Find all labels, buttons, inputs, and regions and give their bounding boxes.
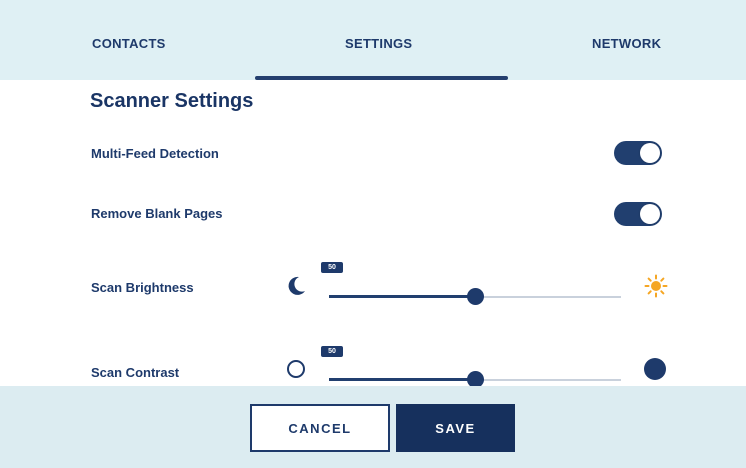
remove-blank-toggle[interactable] <box>614 202 662 226</box>
save-button[interactable]: SAVE <box>396 404 515 452</box>
tab-settings[interactable]: SETTINGS <box>345 36 412 51</box>
slider-fill <box>329 295 475 298</box>
tab-bar: CONTACTS SETTINGS NETWORK <box>0 0 746 80</box>
tab-contacts[interactable]: CONTACTS <box>92 36 166 51</box>
contrast-label: Scan Contrast <box>91 365 180 380</box>
tab-network[interactable]: NETWORK <box>592 36 661 51</box>
brightness-value-badge: 50 <box>321 262 343 273</box>
contrast-value-badge: 50 <box>321 346 343 357</box>
multi-feed-toggle[interactable] <box>614 141 662 165</box>
multi-feed-label: Multi-Feed Detection <box>91 146 219 161</box>
brightness-label: Scan Brightness <box>91 280 194 295</box>
remove-blank-label: Remove Blank Pages <box>91 206 223 221</box>
slider-thumb[interactable] <box>467 288 484 305</box>
toggle-knob <box>640 204 660 224</box>
sun-icon <box>644 274 668 298</box>
active-tab-indicator <box>255 76 508 80</box>
moon-icon <box>288 276 305 295</box>
filled-circle-icon <box>644 358 666 380</box>
section-title: Scanner Settings <box>90 90 254 112</box>
toggle-knob <box>640 143 660 163</box>
cancel-button[interactable]: CANCEL <box>250 404 390 452</box>
scanner-settings-screen: CONTACTS SETTINGS NETWORK Scanner Settin… <box>0 0 746 468</box>
brightness-slider[interactable] <box>329 285 621 311</box>
empty-circle-icon <box>287 360 305 378</box>
slider-fill <box>329 378 475 381</box>
